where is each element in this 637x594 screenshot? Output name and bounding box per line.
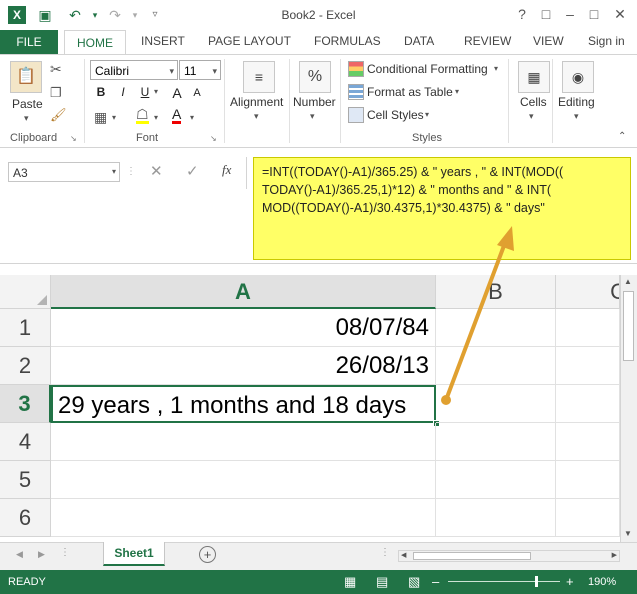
scroll-sheets-left-icon[interactable]: ◀ [16, 549, 23, 560]
normal-view-icon[interactable]: ▦ [344, 574, 356, 590]
status-mode: READY [8, 576, 46, 588]
arrow-shaft [444, 241, 507, 402]
zoom-out-icon[interactable]: – [432, 574, 439, 589]
zoom-level[interactable]: 190% [588, 576, 616, 588]
status-bar: READY ▦ ▤ ▧ – + 190% [0, 570, 637, 594]
zoom-slider-track[interactable] [448, 581, 560, 582]
zoom-in-icon[interactable]: + [566, 574, 574, 589]
arrow-origin-dot [441, 395, 451, 405]
hscroll-splitter-icon[interactable]: ⋮ [380, 547, 390, 558]
horizontal-scrollbar[interactable]: ◀ ▶ [398, 550, 620, 562]
scroll-sheets-right-icon[interactable]: ▶ [38, 549, 45, 560]
horizontal-scroll-thumb[interactable] [413, 552, 531, 560]
scroll-right-icon[interactable]: ▶ [612, 551, 617, 559]
sheet-tab-bar: ◀ ▶ ⋮ Sheet1 + ⋮ ◀ ▶ [0, 542, 637, 570]
scroll-left-icon[interactable]: ◀ [401, 551, 406, 559]
sheet-tab-sheet1[interactable]: Sheet1 [103, 542, 165, 566]
sheets-more-icon[interactable]: ⋮ [60, 547, 70, 558]
page-break-view-icon[interactable]: ▧ [408, 574, 420, 590]
new-sheet-icon[interactable]: + [199, 546, 216, 563]
arrow-head [497, 226, 514, 251]
page-layout-view-icon[interactable]: ▤ [376, 574, 388, 590]
zoom-slider-thumb[interactable] [535, 576, 538, 587]
annotation-arrow [441, 226, 514, 405]
